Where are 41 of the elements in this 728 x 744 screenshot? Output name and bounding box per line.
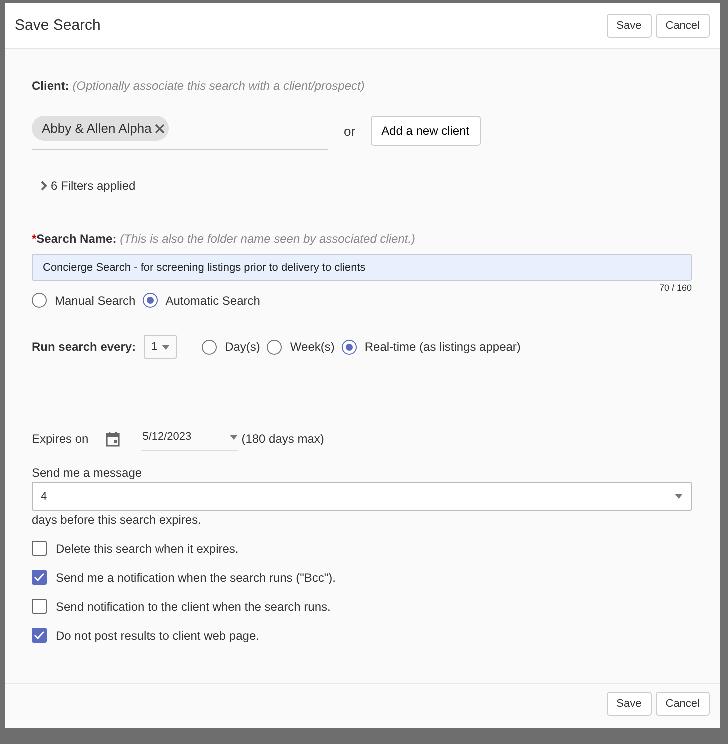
radio-option[interactable]: Real-time (as listings appear) [342,340,521,354]
dialog-title: Save Search [15,17,102,34]
client-field[interactable]: Abby & Allen Alpha [32,112,328,150]
date-field[interactable]: 5/12/2023 [140,427,238,451]
radio-option[interactable]: Day(s) [202,340,260,354]
chevron-icon [40,181,48,191]
filters-toggle[interactable]: 6 Filters applied [40,179,136,193]
character-counter: 70 / 160 [658,283,692,293]
calendar-icon[interactable] [104,431,121,447]
field-label: Expires on [32,432,89,446]
checkbox-option[interactable]: Send notification to the client when the search runs. [32,599,692,614]
search-name-field[interactable]: Concierge Search - for screening listings prior to delivery to clients [32,254,692,281]
radio-option[interactable]: Automatic Search [142,293,260,308]
field-hint: (This is also the folder name seen by associated client.) [120,232,416,246]
checkbox-option[interactable]: Delete this search when it expires. [32,541,692,556]
checkbox-option[interactable]: Send me a notification when the search runs ("Bcc"). [32,570,692,585]
field-label: Send me a message [32,466,144,480]
footer-button[interactable]: Save [606,692,652,716]
check-icon [34,573,45,582]
caret-icon [675,494,683,499]
field-hint: (Optionally associate this search with a client/prospect) [72,79,365,93]
check-icon [34,631,45,640]
checkbox-option[interactable]: Do not post results to client web page. [32,628,692,643]
close-icon[interactable] [152,122,167,136]
radio-option[interactable]: Manual Search [32,293,136,308]
field-label: Run search every: [32,340,136,354]
field-label: Client: [32,79,70,93]
field-note: days before this search expires. [32,513,202,527]
footer-button[interactable]: Cancel [656,692,710,716]
add-client-button[interactable]: Add a new client [370,116,481,146]
or-label: or [344,124,356,138]
caret-icon [230,434,238,440]
client-chip[interactable]: Abby & Allen Alpha [32,116,169,141]
header-button[interactable]: Save [606,14,652,38]
radio-option[interactable]: Week(s) [267,340,335,354]
header-button[interactable]: Cancel [656,14,710,38]
field-note: (180 days max) [242,432,324,446]
days-select[interactable]: 4 [32,482,692,511]
interval-select[interactable]: 1 [144,335,178,359]
caret-icon [162,344,170,350]
field-label: *Search Name: [32,232,117,246]
